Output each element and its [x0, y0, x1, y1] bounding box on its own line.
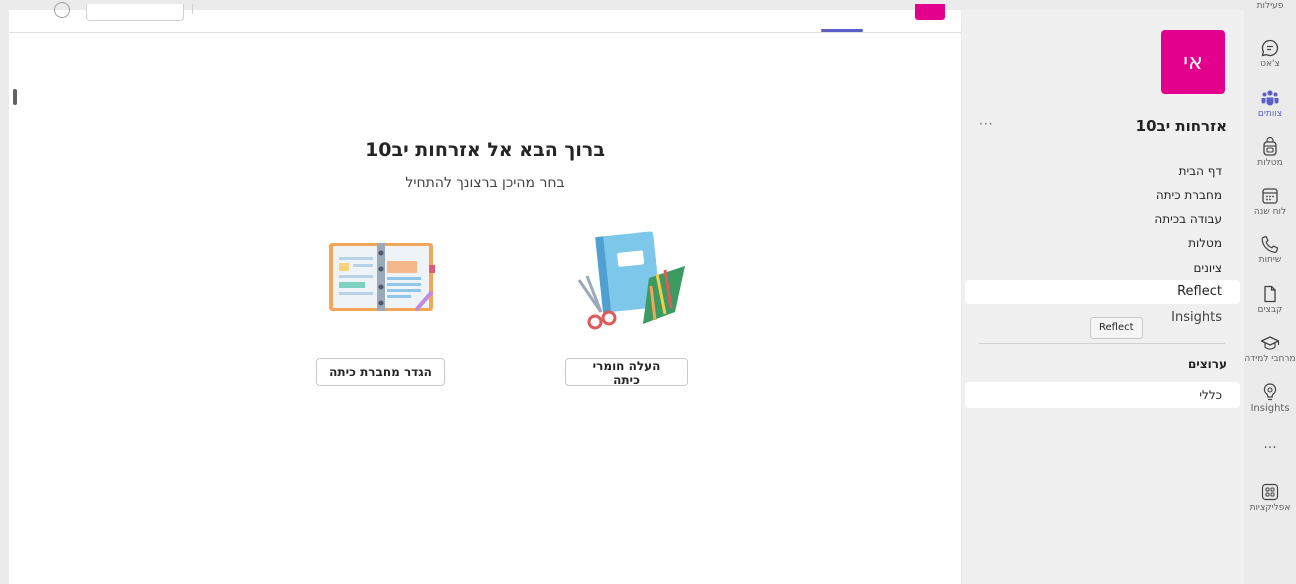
nav-item-grades[interactable]: ציונים [965, 256, 1240, 280]
team-more-options-icon[interactable]: ··· [979, 117, 993, 131]
lightbulb-icon [1263, 383, 1277, 401]
nav-item-classwork[interactable]: עבודה בכיתה [965, 207, 1240, 231]
class-materials-illustration [577, 231, 685, 330]
main-content: ברוך הבא אל אזרחות יב10 בחר מהיכן ברצונך… [9, 2, 961, 584]
rail-item-calendar[interactable]: לוח שנה [1244, 186, 1296, 217]
rail-label: צוותים [1257, 109, 1283, 119]
team-avatar[interactable]: אי [1161, 30, 1225, 94]
rail-label: Insights [1250, 403, 1290, 414]
setup-class-notebook-button[interactable]: הגדר מחברת כיתה [316, 358, 445, 386]
graduation-cap-icon [1260, 336, 1280, 350]
backpack-icon [1263, 137, 1277, 156]
file-icon [1264, 285, 1276, 303]
nav-item-home[interactable]: דף הבית [965, 159, 1240, 183]
rail-label: מרחבי למידה [1244, 354, 1296, 364]
rail-label: פעילות [1256, 1, 1284, 11]
rail-item-apps[interactable]: אפליקציות [1244, 482, 1296, 513]
reflect-tooltip: Reflect [1090, 317, 1143, 339]
rail-more-apps-icon[interactable]: ... [1244, 436, 1296, 452]
rail-item-calls[interactable]: שיחות [1244, 234, 1296, 265]
welcome-subtitle: בחר מהיכן ברצונך להתחיל [405, 175, 565, 191]
teams-icon [1261, 90, 1279, 106]
upload-class-materials-button[interactable]: העלה חומרי כיתה [565, 358, 688, 387]
team-name[interactable]: אזרחות יב10 [1136, 117, 1227, 135]
nav-item-class-notebook[interactable]: מחברת כיתה [965, 183, 1240, 207]
rail-label: קבצים [1257, 305, 1283, 315]
welcome-title: ברוך הבא אל אזרחות יב10 [365, 139, 605, 161]
header-meet-button[interactable] [86, 4, 193, 21]
info-icon[interactable] [54, 2, 70, 18]
header-team-avatar[interactable] [915, 4, 945, 20]
nav-item-assignments[interactable]: מטלות [965, 231, 1240, 255]
rail-label: אפליקציות [1249, 503, 1291, 513]
rail-item-assignments[interactable]: מטלות [1244, 137, 1296, 168]
rail-item-activity[interactable]: פעילות [1244, 0, 1296, 11]
channel-general[interactable]: כללי [965, 382, 1240, 408]
phone-icon [1261, 235, 1279, 253]
rail-item-insights[interactable]: Insights [1244, 382, 1296, 414]
header-button-separator [192, 4, 193, 14]
apps-icon [1261, 483, 1279, 501]
scrollbar-thumb[interactable] [13, 89, 17, 105]
app-rail: פעילות צ'אט צוותים מטלות לוח שנה שיחות ק… [1244, 0, 1296, 584]
calendar-icon [1262, 188, 1278, 204]
class-notebook-illustration [329, 243, 435, 311]
rail-item-teams[interactable]: צוותים [1244, 88, 1296, 119]
chat-icon [1261, 39, 1279, 57]
rail-label: צ'אט [1260, 59, 1280, 69]
team-panel: אי ··· אזרחות יב10 דף הבית מחברת כיתה עב… [962, 10, 1244, 584]
rail-item-chat[interactable]: צ'אט [1244, 38, 1296, 69]
panel-divider [979, 343, 1225, 344]
tabs-divider [9, 32, 961, 33]
rail-label: לוח שנה [1253, 207, 1287, 217]
rail-item-files[interactable]: קבצים [1244, 284, 1296, 315]
rail-label: שיחות [1258, 255, 1282, 265]
channels-heading: ערוצים [1187, 357, 1227, 371]
nav-item-reflect[interactable]: Reflect [965, 280, 1240, 304]
rail-item-learning-spaces[interactable]: מרחבי למידה [1244, 333, 1296, 364]
rail-label: מטלות [1257, 158, 1283, 168]
